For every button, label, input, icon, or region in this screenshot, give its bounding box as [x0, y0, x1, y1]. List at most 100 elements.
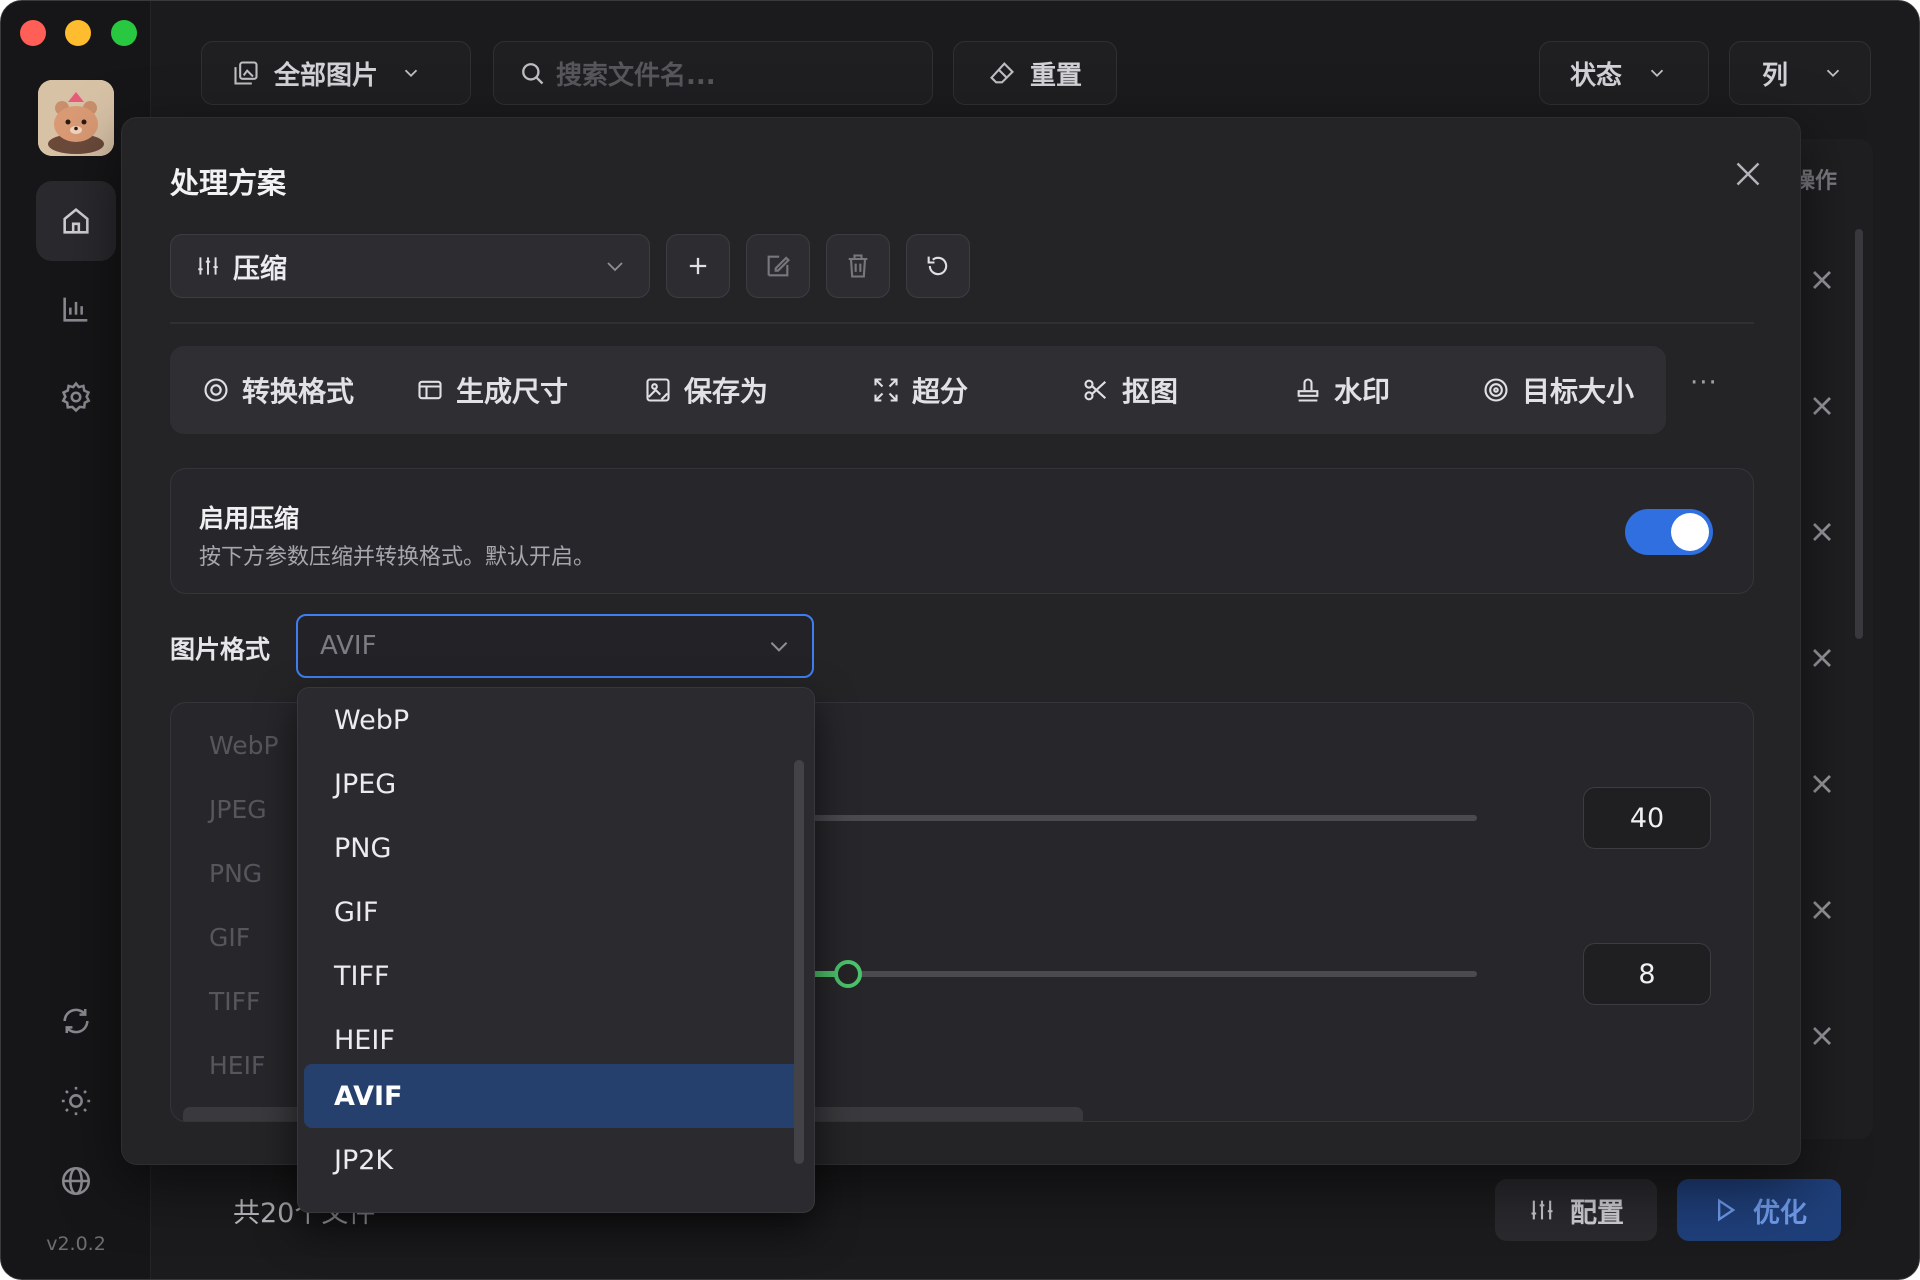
globe-icon	[61, 1166, 91, 1196]
status-dropdown[interactable]: 状态	[1539, 41, 1709, 105]
remove-row-icon[interactable]	[1806, 264, 1838, 296]
function-tabs: 转换格式 生成尺寸 保存为 超分 抠图 水印 目标大小	[170, 346, 1666, 434]
panel-format-item: HEIF	[209, 1051, 266, 1080]
target-icon	[1484, 378, 1508, 402]
close-window-button[interactable]	[20, 20, 46, 46]
eraser-icon	[990, 62, 1014, 84]
resize-icon	[418, 380, 442, 400]
bear-avatar-icon	[38, 80, 114, 156]
columns-dropdown[interactable]: 列	[1729, 41, 1871, 105]
sliders-icon	[1531, 1200, 1553, 1220]
panel-format-item: GIF	[209, 923, 251, 952]
remove-row-icon[interactable]	[1806, 390, 1838, 422]
chevron-down-icon	[607, 262, 623, 272]
effort-slider-handle[interactable]	[834, 960, 862, 988]
reset-label: 重置	[1030, 60, 1083, 91]
remove-row-icon[interactable]	[1806, 642, 1838, 674]
avatar[interactable]	[38, 80, 114, 156]
maximize-window-button[interactable]	[111, 20, 137, 46]
gear-icon	[61, 381, 91, 413]
rotate-left-icon	[927, 256, 948, 276]
format-select[interactable]: AVIF	[296, 614, 814, 678]
tab-convert-format[interactable]: 转换格式	[202, 346, 354, 434]
language-button[interactable]	[36, 1141, 116, 1221]
play-icon	[1718, 1198, 1736, 1222]
tab-label: 抠图	[1122, 375, 1179, 408]
more-tabs-button[interactable]: ···	[1690, 368, 1718, 398]
remove-row-icon[interactable]	[1806, 768, 1838, 800]
panel-format-item: TIFF	[209, 987, 261, 1016]
tab-target-size[interactable]: 目标大小	[1482, 346, 1634, 434]
reset-button[interactable]: 重置	[953, 41, 1117, 105]
tab-label: 保存为	[684, 375, 769, 408]
stamp-icon	[1297, 378, 1319, 402]
close-icon[interactable]	[1730, 156, 1766, 192]
format-option-jpeg[interactable]: JPEG	[304, 752, 802, 816]
convert-icon	[204, 378, 228, 402]
nav-settings[interactable]	[36, 357, 116, 437]
theme-button[interactable]	[36, 1061, 116, 1141]
tab-save-as[interactable]: 保存为	[644, 346, 768, 434]
tab-generate-size[interactable]: 生成尺寸	[416, 346, 568, 434]
dialog-title: 处理方案	[170, 166, 287, 200]
search-input[interactable]: 搜索文件名...	[493, 41, 933, 105]
effort-input[interactable]: 8	[1583, 943, 1711, 1005]
tab-label: 转换格式	[242, 375, 355, 408]
format-option-heif[interactable]: HEIF	[304, 1008, 802, 1072]
compress-description: 按下方参数压缩并转换格式。默认开启。	[199, 545, 596, 570]
tab-cutout[interactable]: 抠图	[1082, 346, 1178, 434]
scheme-select[interactable]: 压缩	[170, 234, 650, 298]
home-icon	[63, 208, 89, 234]
tab-upscale[interactable]: 超分	[872, 346, 968, 434]
sync-button[interactable]	[36, 981, 116, 1061]
table-scrollbar[interactable]	[1855, 229, 1863, 639]
format-option-gif[interactable]: GIF	[304, 880, 802, 944]
filter-label: 全部图片	[274, 60, 379, 91]
restore-scheme-button[interactable]	[906, 234, 970, 298]
add-scheme-button[interactable]	[666, 234, 730, 298]
quality-input[interactable]: 40	[1583, 787, 1711, 849]
minimize-window-button[interactable]	[65, 20, 91, 46]
remove-row-icon[interactable]	[1806, 1020, 1838, 1052]
columns-label: 列	[1762, 60, 1789, 91]
app-window: v2.0.2 全部图片 搜索文件名... 重置 状态 列 操作 共20个文件 配…	[0, 0, 1920, 1280]
bar-chart-icon	[63, 297, 88, 322]
search-placeholder: 搜索文件名...	[556, 60, 716, 91]
chevron-down-icon	[1650, 69, 1664, 78]
filter-dropdown[interactable]: 全部图片	[201, 41, 471, 105]
format-option-jp2k[interactable]: JP2K	[304, 1128, 802, 1192]
compress-toggle[interactable]	[1625, 509, 1713, 555]
sliders-icon	[198, 257, 218, 275]
plus-icon	[689, 257, 707, 275]
panel-format-item: WebP	[209, 731, 279, 760]
format-dropdown-menu: WebP JPEG PNG GIF TIFF HEIF AVIF JP2K	[297, 687, 815, 1213]
nav-home[interactable]	[36, 181, 116, 261]
format-option-tiff[interactable]: TIFF	[304, 944, 802, 1008]
upscale-icon	[874, 378, 898, 402]
scissors-icon	[1084, 379, 1107, 401]
quality-slider-track[interactable]	[701, 815, 1477, 821]
remove-row-icon[interactable]	[1806, 516, 1838, 548]
format-option-png[interactable]: PNG	[304, 816, 802, 880]
nav-stats[interactable]	[36, 269, 116, 349]
panel-format-item: PNG	[209, 859, 263, 888]
config-label: 配置	[1570, 1197, 1624, 1229]
optimize-button[interactable]: 优化	[1677, 1179, 1841, 1241]
format-option-webp[interactable]: WebP	[304, 688, 802, 752]
search-icon	[522, 63, 544, 85]
dropdown-scrollbar[interactable]	[794, 760, 804, 1164]
tab-watermark[interactable]: 水印	[1294, 346, 1390, 434]
format-option-avif[interactable]: AVIF	[304, 1064, 802, 1128]
compress-card: 启用压缩 按下方参数压缩并转换格式。默认开启。	[170, 468, 1754, 594]
remove-row-icon[interactable]	[1806, 894, 1838, 926]
config-button[interactable]: 配置	[1495, 1179, 1657, 1241]
edit-scheme-button[interactable]	[746, 234, 810, 298]
panel-format-item: JPEG	[209, 795, 267, 824]
status-label: 状态	[1570, 60, 1623, 91]
tab-label: 生成尺寸	[456, 375, 569, 408]
edit-icon	[767, 255, 790, 277]
tab-label: 目标大小	[1522, 375, 1635, 408]
images-icon	[234, 61, 258, 85]
divider	[170, 322, 1754, 324]
delete-scheme-button[interactable]	[826, 234, 890, 298]
